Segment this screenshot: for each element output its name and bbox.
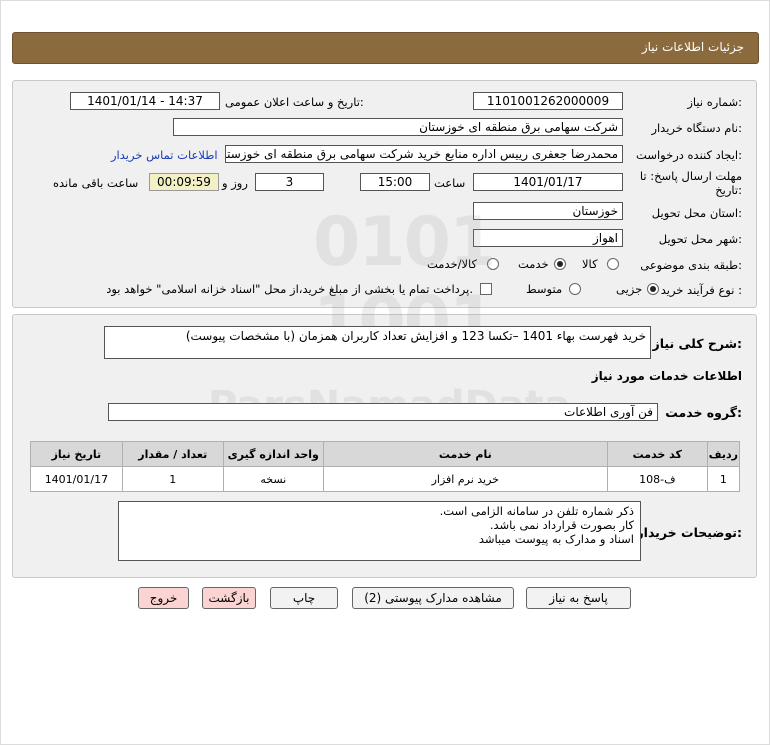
cell-service-name: خرید نرم افزار: [322, 466, 608, 492]
col-quantity: تعداد / مقدار: [121, 441, 224, 467]
cell-unit: نسخه: [222, 466, 324, 492]
service-group-label: گروه خدمت:: [665, 405, 742, 420]
need-number-field: 1101001262000009: [473, 92, 623, 110]
time-remaining-label: ساعت باقی مانده: [53, 176, 139, 190]
deadline-time-label: ساعت: [434, 176, 466, 190]
buyer-notes-label: توضیحات خریدار:: [636, 525, 742, 540]
province-field: خوزستان: [473, 202, 623, 220]
table-header-row: ردیف کد خدمت نام خدمت واحد اندازه گیری ت…: [30, 441, 741, 467]
col-row-number: ردیف: [706, 441, 741, 467]
category-radio-service[interactable]: [554, 258, 566, 270]
buyer-note-line: ذکر شماره تلفن در سامانه الزامی است.: [439, 504, 634, 518]
process-option-minor: جزیی: [616, 282, 643, 296]
col-need-date: تاریخ نیاز: [30, 441, 123, 467]
deadline-time-field: 15:00: [360, 173, 430, 191]
requester-label: ایجاد کننده درخواست:: [636, 148, 742, 162]
reply-to-need-button[interactable]: پاسخ به نیاز: [526, 587, 631, 609]
services-table: ردیف کد خدمت نام خدمت واحد اندازه گیری ت…: [30, 441, 741, 492]
deadline-date-field: 1401/01/17: [473, 173, 623, 191]
process-type-label: نوع فرآیند خرید :: [660, 283, 742, 297]
page-title: جزئیات اطلاعات نیاز: [641, 40, 744, 54]
city-field: اهواز: [473, 229, 623, 247]
general-desc-label: شرح کلی نیاز:: [652, 336, 743, 351]
general-desc-field: خرید فهرست بهاء 1401 –تکسا 123 و افزایش …: [104, 326, 651, 359]
buyer-org-label: نام دستگاه خریدار:: [651, 121, 742, 135]
col-service-name: نام خدمت: [322, 441, 608, 467]
process-radio-minor[interactable]: [647, 283, 659, 295]
announce-datetime-label: تاریخ و ساعت اعلان عمومی:: [225, 95, 364, 109]
need-details-panel: 01011001 ParsNamadData ۰۲۱-۸۸۳۴۹۶۷۰ شرح …: [12, 203, 757, 578]
cell-service-code: ف-108: [606, 466, 708, 492]
requester-field: محمدرضا جعفری رییس اداره منابع خرید شرکت…: [225, 145, 623, 163]
exit-button[interactable]: خروج: [138, 587, 189, 609]
time-remaining-field: 00:09:59: [149, 173, 219, 191]
category-label: طبقه بندی موضوعی:: [640, 258, 742, 272]
category-radio-goods[interactable]: [607, 258, 619, 270]
col-service-code: کد خدمت: [606, 441, 708, 467]
need-number-label: شماره نیاز:: [687, 95, 742, 109]
buyer-note-line: کار بصورت قرارداد نمی باشد.: [489, 518, 634, 532]
category-option-goods: کالا: [582, 257, 598, 271]
cell-quantity: 1: [121, 466, 224, 492]
deadline-label: مهلت ارسال پاسخ: تا: [639, 169, 742, 183]
back-button[interactable]: بازگشت: [202, 587, 256, 609]
col-unit: واحد اندازه گیری: [222, 441, 324, 467]
table-row: 1 ف-108 خرید نرم افزار نسخه 1 1401/01/17: [30, 466, 741, 492]
city-label: شهر محل تحویل:: [658, 232, 742, 246]
print-button[interactable]: چاپ: [270, 587, 338, 609]
service-group-field: فن آوری اطلاعات: [108, 403, 658, 421]
page-header: جزئیات اطلاعات نیاز: [12, 32, 759, 64]
services-section-title: اطلاعات خدمات مورد نیاز: [591, 369, 742, 383]
process-option-medium: متوسط: [526, 282, 563, 296]
buyer-org-field: شرکت سهامی برق منطقه ای خوزستان: [173, 118, 623, 136]
days-remaining-field: 3: [255, 173, 324, 191]
deadline-label-date: تاریخ:: [715, 183, 742, 197]
cell-need-date: 1401/01/17: [30, 466, 123, 492]
cell-row-number: 1: [706, 466, 741, 492]
buyer-note-line: اسناد و مدارک به پیوست میباشد: [478, 532, 634, 546]
category-option-service: خدمت: [518, 257, 549, 271]
province-label: استان محل تحویل:: [651, 206, 742, 220]
buyer-notes-field: ذکر شماره تلفن در سامانه الزامی است. کار…: [118, 501, 641, 561]
announce-datetime-field: 1401/01/14 - 14:37: [70, 92, 220, 110]
days-label: روز و: [222, 176, 248, 190]
buyer-contact-link[interactable]: اطلاعات تماس خریدار: [111, 148, 218, 162]
view-attachments-button[interactable]: مشاهده مدارک پیوستی (2): [352, 587, 514, 609]
process-radio-medium[interactable]: [569, 283, 581, 295]
